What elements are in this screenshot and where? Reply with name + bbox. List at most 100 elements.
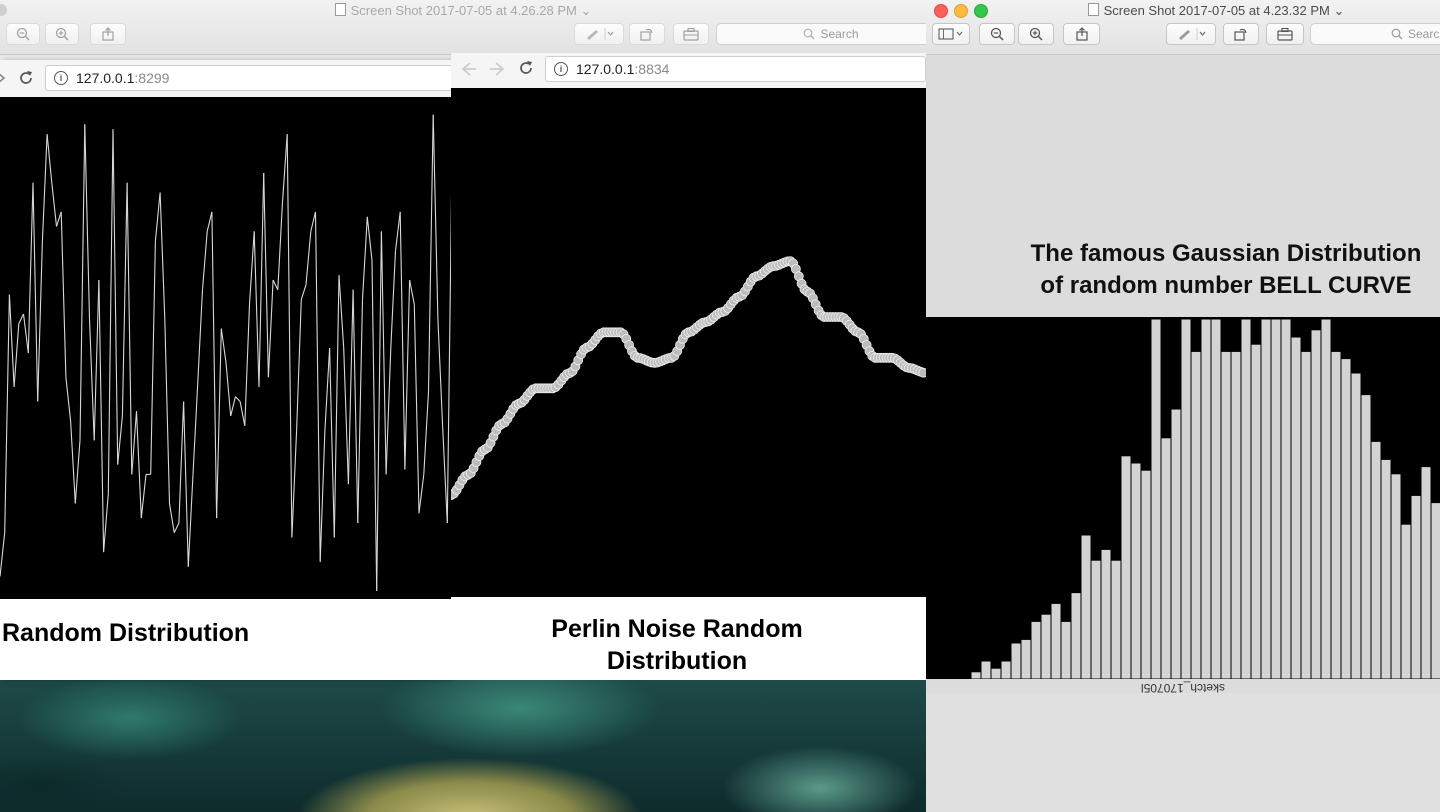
- browser-window-left: i 127.0.0.1:8299 Random Distribution: [0, 60, 452, 680]
- browser-window-middle: i 127.0.0.1:8834 Perlin Noise Random Dis…: [451, 53, 926, 680]
- histogram-bar: [1210, 318, 1222, 679]
- info-icon[interactable]: i: [554, 62, 568, 76]
- histogram-bar: [1310, 329, 1322, 679]
- bell-curve-heading: The famous Gaussian Distribution of rand…: [1006, 238, 1440, 302]
- desktop-wallpaper: [0, 678, 926, 812]
- sketch-label: sketch_170705l: [1140, 681, 1226, 695]
- preview-toolbar-right: Screen Shot 2017-07-05 at 4.23.32 PM ⌄ S…: [926, 0, 1440, 55]
- sidebar-button[interactable]: [932, 23, 970, 45]
- zoom-in-button[interactable]: [45, 23, 79, 45]
- back-icon[interactable]: [461, 62, 477, 76]
- perlin-point: [918, 367, 926, 378]
- browser-toolbar: i 127.0.0.1:8299: [0, 60, 452, 98]
- document-image: The famous Gaussian Distribution of rand…: [926, 55, 1440, 695]
- histogram-bar: [990, 667, 1002, 679]
- histogram-bar: [1170, 408, 1182, 679]
- markup-button[interactable]: [574, 23, 624, 45]
- window-title: Screen Shot 2017-07-05 at 4.26.28 PM ⌄: [0, 3, 926, 19]
- markup-button[interactable]: [1166, 23, 1216, 45]
- forward-icon[interactable]: [489, 62, 505, 76]
- zoom-in-icon: [1029, 27, 1043, 41]
- preview-window-right: Screen Shot 2017-07-05 at 4.23.32 PM ⌄ S…: [926, 0, 1440, 812]
- histogram-bar: [1340, 358, 1352, 679]
- search-icon: [1391, 28, 1403, 40]
- histogram-bar: [1240, 318, 1252, 679]
- histogram-bar: [1370, 440, 1382, 679]
- random-distribution-caption: Random Distribution: [2, 619, 250, 647]
- chart-background: [451, 88, 926, 597]
- zoom-button[interactable]: [974, 4, 988, 18]
- histogram-bar: [1430, 502, 1440, 679]
- reload-icon[interactable]: [518, 60, 534, 76]
- rotate-icon: [640, 28, 653, 41]
- zoom-out-icon: [16, 27, 30, 41]
- reload-icon[interactable]: [18, 70, 34, 86]
- chevron-down-icon[interactable]: ⌄: [580, 3, 591, 18]
- histogram-bar: [1000, 660, 1012, 679]
- histogram-bar: [1190, 350, 1202, 679]
- random-distribution-chart: [0, 97, 452, 599]
- heading-line-1: The famous Gaussian Distribution: [1030, 240, 1422, 267]
- close-button[interactable]: [934, 4, 948, 18]
- histogram-bar: [1020, 638, 1032, 679]
- histogram-bar: [1090, 559, 1102, 679]
- histogram-bar: [1420, 466, 1432, 679]
- info-icon[interactable]: i: [54, 71, 68, 85]
- histogram-bar: [1260, 318, 1272, 679]
- url-port: :8299: [134, 70, 170, 86]
- zoom-out-button[interactable]: [979, 23, 1015, 45]
- histogram-bar: [1060, 620, 1072, 679]
- histogram-bar: [1040, 613, 1052, 679]
- share-button[interactable]: [90, 23, 126, 45]
- perlin-noise-chart: [451, 88, 926, 597]
- histogram-bar: [1010, 642, 1022, 679]
- zoom-in-button[interactable]: [1018, 23, 1054, 45]
- histogram-bar: [1270, 318, 1282, 679]
- address-bar[interactable]: i 127.0.0.1:8834: [545, 56, 926, 82]
- histogram-bar: [1390, 473, 1402, 679]
- pen-icon: [587, 28, 614, 40]
- zoom-in-icon: [55, 27, 69, 41]
- histogram-bar: [1330, 350, 1342, 679]
- histogram-bar: [1200, 318, 1212, 679]
- share-icon: [102, 27, 114, 41]
- preview-toolbar-left: Screen Shot 2017-07-05 at 4.26.28 PM ⌄ S…: [0, 0, 946, 55]
- histogram-bar: [1320, 318, 1332, 679]
- histogram-bar: [1410, 494, 1422, 679]
- toolbox-button[interactable]: [1266, 23, 1304, 45]
- histogram-bar: [1160, 437, 1172, 679]
- histogram-bar: [1080, 534, 1092, 679]
- url-host: 127.0.0.1: [76, 70, 135, 86]
- address-bar[interactable]: i 127.0.0.1:8299: [45, 65, 452, 91]
- browser-toolbar: i 127.0.0.1:8834: [451, 53, 926, 89]
- zoom-out-button[interactable]: [6, 23, 40, 45]
- preview-window-left: Screen Shot 2017-07-05 at 4.26.28 PM ⌄ S…: [0, 0, 946, 60]
- histogram-bar: [1100, 548, 1112, 679]
- perlin-noise-caption: Perlin Noise Random Distribution: [451, 613, 903, 677]
- window-title: Screen Shot 2017-07-05 at 4.23.32 PM ⌄: [1046, 3, 1386, 19]
- chevron-down-icon[interactable]: ⌄: [1333, 3, 1344, 18]
- toolbox-button[interactable]: [673, 23, 709, 45]
- histogram-bar: [1360, 394, 1372, 679]
- histogram-bar: [1300, 350, 1312, 679]
- minimize-button[interactable]: [954, 4, 968, 18]
- forward-icon[interactable]: [0, 72, 6, 84]
- heading-line-2: of random number BELL CURVE: [1040, 272, 1412, 299]
- search-field[interactable]: Search: [1310, 23, 1440, 45]
- rotate-button[interactable]: [1223, 23, 1259, 45]
- search-placeholder: Search: [1408, 27, 1440, 41]
- pen-icon: [1179, 28, 1206, 40]
- search-field[interactable]: Search: [716, 23, 946, 45]
- url-host: 127.0.0.1: [576, 61, 635, 77]
- histogram-bar: [1280, 318, 1292, 679]
- histogram-bar: [1130, 462, 1142, 679]
- rotate-button[interactable]: [629, 23, 665, 45]
- caption-line-2: Distribution: [606, 647, 748, 675]
- document-icon: [1087, 3, 1099, 16]
- histogram-bar: [1110, 559, 1122, 679]
- histogram-bar: [970, 671, 982, 679]
- gaussian-histogram: [926, 317, 1440, 679]
- share-button[interactable]: [1063, 23, 1100, 45]
- rotate-icon: [1234, 28, 1247, 41]
- share-icon: [1075, 27, 1088, 41]
